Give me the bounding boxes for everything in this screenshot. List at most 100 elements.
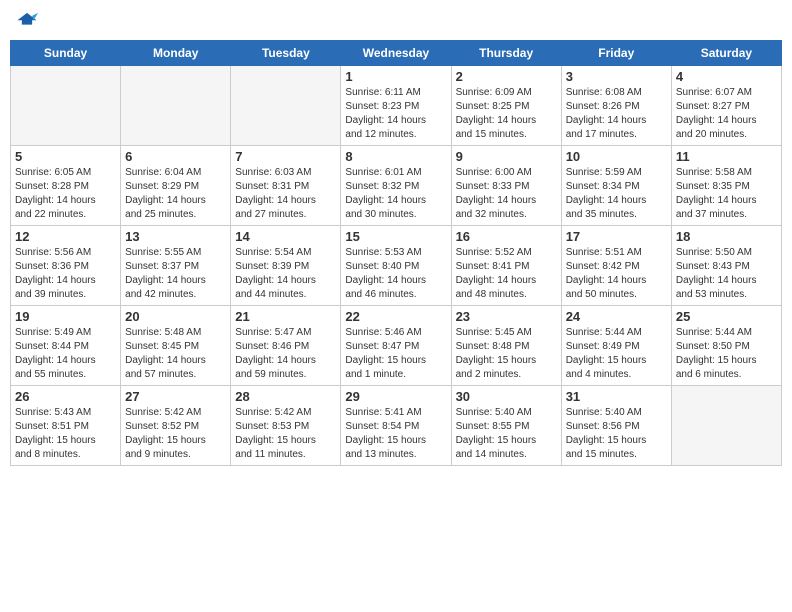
calendar-cell: 22 Sunrise: 5:46 AMSunset: 8:47 PMDayligh… <box>341 306 451 386</box>
day-number: 20 <box>125 309 226 324</box>
day-number: 4 <box>676 69 777 84</box>
day-number: 9 <box>456 149 557 164</box>
calendar-cell: 10 Sunrise: 5:59 AMSunset: 8:34 PMDayligh… <box>561 146 671 226</box>
day-number: 11 <box>676 149 777 164</box>
day-info: Sunrise: 5:59 AMSunset: 8:34 PMDaylight:… <box>566 166 667 222</box>
day-number: 16 <box>456 229 557 244</box>
calendar-cell: 2 Sunrise: 6:09 AMSunset: 8:25 PMDaylight… <box>451 66 561 146</box>
calendar-cell: 29Sunrise: 5:41 AMSunset: 8:54 PMDayligh… <box>341 386 451 466</box>
calendar-cell: 9 Sunrise: 6:00 AMSunset: 8:33 PMDaylight… <box>451 146 561 226</box>
day-info: Sunrise: 6:09 AMSunset: 8:25 PMDaylight:… <box>456 86 557 142</box>
day-number: 13 <box>125 229 226 244</box>
calendar-cell: 3Sunrise: 6:08 AMSunset: 8:26 PMDaylight… <box>561 66 671 146</box>
day-number: 10 <box>566 149 667 164</box>
day-number: 18 <box>676 229 777 244</box>
day-number: 5 <box>15 149 116 164</box>
calendar-cell: 20 Sunrise: 5:48 AMSunset: 8:45 PMDayligh… <box>121 306 231 386</box>
calendar-cell <box>11 66 121 146</box>
day-number: 1 <box>345 69 446 84</box>
day-info: Sunrise: 5:54 AMSunset: 8:39 PMDaylight:… <box>235 246 336 302</box>
calendar-cell: 15 Sunrise: 5:53 AMSunset: 8:40 PMDayligh… <box>341 226 451 306</box>
day-info: Sunrise: 5:55 AMSunset: 8:37 PMDaylight:… <box>125 246 226 302</box>
calendar-cell: 1 Sunrise: 6:11 AMSunset: 8:23 PMDaylight… <box>341 66 451 146</box>
day-info: Sunrise: 6:04 AMSunset: 8:29 PMDaylight:… <box>125 166 226 222</box>
day-number: 28 <box>235 389 336 404</box>
calendar-cell: 31 Sunrise: 5:40 AMSunset: 8:56 PMDayligh… <box>561 386 671 466</box>
weekday-header-monday: Monday <box>121 41 231 66</box>
calendar-cell: 11 Sunrise: 5:58 AMSunset: 8:35 PMDayligh… <box>671 146 781 226</box>
calendar-cell: 30 Sunrise: 5:40 AMSunset: 8:55 PMDayligh… <box>451 386 561 466</box>
calendar-table: SundayMondayTuesdayWednesdayThursdayFrid… <box>10 40 782 466</box>
weekday-header-wednesday: Wednesday <box>341 41 451 66</box>
day-number: 3 <box>566 69 667 84</box>
day-info: Sunrise: 6:01 AMSunset: 8:32 PMDaylight:… <box>345 166 446 222</box>
day-number: 7 <box>235 149 336 164</box>
day-number: 26 <box>15 389 116 404</box>
day-number: 17 <box>566 229 667 244</box>
calendar-cell: 28 Sunrise: 5:42 AMSunset: 8:53 PMDayligh… <box>231 386 341 466</box>
calendar-cell: 26 Sunrise: 5:43 AMSunset: 8:51 PMDayligh… <box>11 386 121 466</box>
day-info: Sunrise: 5:40 AMSunset: 8:55 PMDaylight:… <box>456 406 557 462</box>
day-number: 23 <box>456 309 557 324</box>
weekday-header-saturday: Saturday <box>671 41 781 66</box>
calendar-cell: 12 Sunrise: 5:56 AMSunset: 8:36 PMDayligh… <box>11 226 121 306</box>
calendar-week-row: 12 Sunrise: 5:56 AMSunset: 8:36 PMDayligh… <box>11 226 782 306</box>
day-info: Sunrise: 5:56 AMSunset: 8:36 PMDaylight:… <box>15 246 116 302</box>
day-info: Sunrise: 5:58 AMSunset: 8:35 PMDaylight:… <box>676 166 777 222</box>
day-number: 19 <box>15 309 116 324</box>
day-info: Sunrise: 5:43 AMSunset: 8:51 PMDaylight:… <box>15 406 116 462</box>
calendar-cell: 25 Sunrise: 5:44 AMSunset: 8:50 PMDayligh… <box>671 306 781 386</box>
calendar-cell: 8 Sunrise: 6:01 AMSunset: 8:32 PMDaylight… <box>341 146 451 226</box>
day-number: 12 <box>15 229 116 244</box>
day-info: Sunrise: 6:11 AMSunset: 8:23 PMDaylight:… <box>345 86 446 142</box>
day-info: Sunrise: 6:05 AMSunset: 8:28 PMDaylight:… <box>15 166 116 222</box>
day-number: 2 <box>456 69 557 84</box>
calendar-cell: 21Sunrise: 5:47 AMSunset: 8:46 PMDayligh… <box>231 306 341 386</box>
day-info: Sunrise: 5:44 AMSunset: 8:50 PMDaylight:… <box>676 326 777 382</box>
logo <box>14 10 38 32</box>
calendar-cell: 24 Sunrise: 5:44 AMSunset: 8:49 PMDayligh… <box>561 306 671 386</box>
calendar-cell: 27 Sunrise: 5:42 AMSunset: 8:52 PMDayligh… <box>121 386 231 466</box>
day-number: 24 <box>566 309 667 324</box>
logo-bird-icon <box>16 10 38 32</box>
day-number: 31 <box>566 389 667 404</box>
calendar-cell: 19Sunrise: 5:49 AMSunset: 8:44 PMDayligh… <box>11 306 121 386</box>
day-number: 22 <box>345 309 446 324</box>
calendar-cell: 23 Sunrise: 5:45 AMSunset: 8:48 PMDayligh… <box>451 306 561 386</box>
weekday-header-tuesday: Tuesday <box>231 41 341 66</box>
day-number: 25 <box>676 309 777 324</box>
day-number: 6 <box>125 149 226 164</box>
day-info: Sunrise: 5:44 AMSunset: 8:49 PMDaylight:… <box>566 326 667 382</box>
day-info: Sunrise: 5:48 AMSunset: 8:45 PMDaylight:… <box>125 326 226 382</box>
day-info: Sunrise: 5:42 AMSunset: 8:52 PMDaylight:… <box>125 406 226 462</box>
weekday-header-row: SundayMondayTuesdayWednesdayThursdayFrid… <box>11 41 782 66</box>
calendar-cell: 13 Sunrise: 5:55 AMSunset: 8:37 PMDayligh… <box>121 226 231 306</box>
calendar-cell <box>671 386 781 466</box>
day-number: 30 <box>456 389 557 404</box>
day-number: 21 <box>235 309 336 324</box>
day-info: Sunrise: 5:53 AMSunset: 8:40 PMDaylight:… <box>345 246 446 302</box>
day-number: 15 <box>345 229 446 244</box>
day-info: Sunrise: 5:45 AMSunset: 8:48 PMDaylight:… <box>456 326 557 382</box>
day-info: Sunrise: 6:00 AMSunset: 8:33 PMDaylight:… <box>456 166 557 222</box>
day-info: Sunrise: 5:42 AMSunset: 8:53 PMDaylight:… <box>235 406 336 462</box>
day-number: 8 <box>345 149 446 164</box>
calendar-cell: 16Sunrise: 5:52 AMSunset: 8:41 PMDayligh… <box>451 226 561 306</box>
weekday-header-sunday: Sunday <box>11 41 121 66</box>
day-number: 14 <box>235 229 336 244</box>
calendar-week-row: 5 Sunrise: 6:05 AMSunset: 8:28 PMDaylight… <box>11 146 782 226</box>
calendar-cell <box>121 66 231 146</box>
calendar-cell <box>231 66 341 146</box>
day-info: Sunrise: 5:40 AMSunset: 8:56 PMDaylight:… <box>566 406 667 462</box>
day-info: Sunrise: 5:46 AMSunset: 8:47 PMDaylight:… <box>345 326 446 382</box>
calendar-cell: 18Sunrise: 5:50 AMSunset: 8:43 PMDayligh… <box>671 226 781 306</box>
day-info: Sunrise: 6:07 AMSunset: 8:27 PMDaylight:… <box>676 86 777 142</box>
calendar-cell: 14 Sunrise: 5:54 AMSunset: 8:39 PMDayligh… <box>231 226 341 306</box>
calendar-cell: 7 Sunrise: 6:03 AMSunset: 8:31 PMDaylight… <box>231 146 341 226</box>
calendar-week-row: 1 Sunrise: 6:11 AMSunset: 8:23 PMDaylight… <box>11 66 782 146</box>
weekday-header-thursday: Thursday <box>451 41 561 66</box>
day-info: Sunrise: 5:51 AMSunset: 8:42 PMDaylight:… <box>566 246 667 302</box>
day-number: 27 <box>125 389 226 404</box>
day-info: Sunrise: 6:03 AMSunset: 8:31 PMDaylight:… <box>235 166 336 222</box>
calendar-cell: 4 Sunrise: 6:07 AMSunset: 8:27 PMDaylight… <box>671 66 781 146</box>
